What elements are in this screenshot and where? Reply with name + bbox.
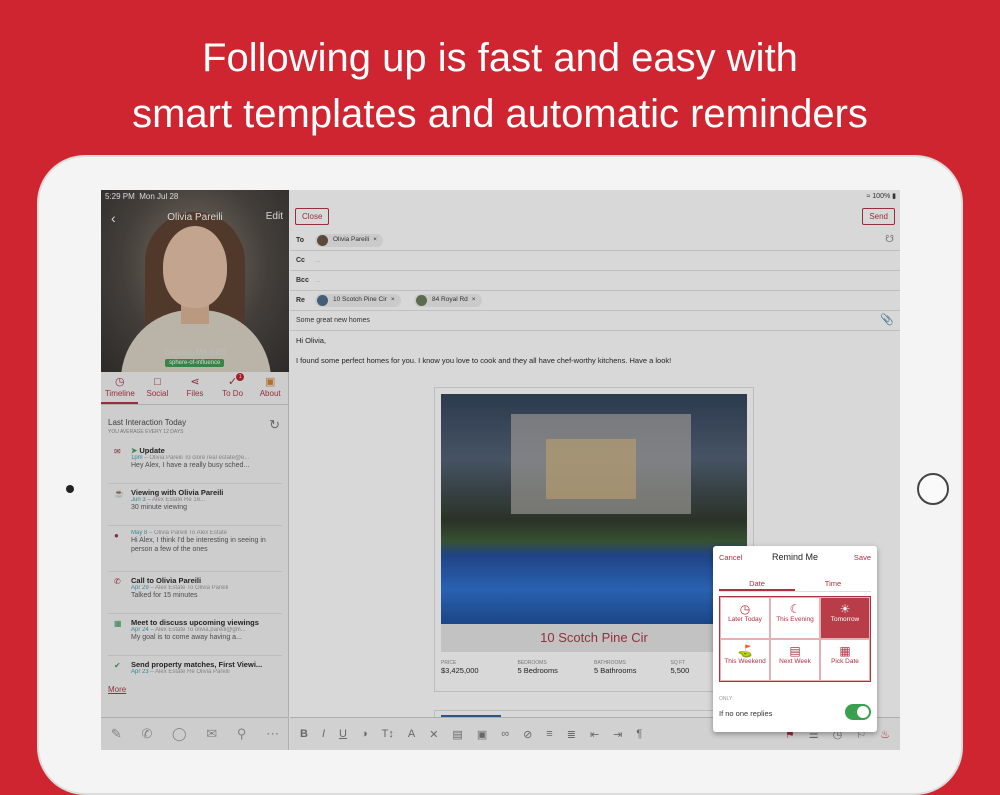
- app-screen: 5:29 PM Mon Jul 28 ‹ Olivia Pareili Edit…: [101, 190, 900, 750]
- sun-icon: ☀: [839, 602, 851, 616]
- option-tomorrow[interactable]: ☀ Tomorrow: [820, 597, 870, 639]
- option-next-week[interactable]: ▤ Next Week: [770, 639, 820, 681]
- headline-line-1: Following up is fast and easy with: [202, 36, 798, 80]
- clock-icon: ◷: [739, 602, 751, 616]
- only-label: ONLY: [719, 696, 733, 702]
- option-pick-date[interactable]: ▦ Pick Date: [820, 639, 870, 681]
- segment-time[interactable]: Time: [795, 578, 871, 591]
- option-this-evening[interactable]: ☾ This Evening: [770, 597, 820, 639]
- segment-date[interactable]: Date: [719, 578, 795, 591]
- headline: Following up is fast and easy with smart…: [0, 30, 1000, 142]
- no-reply-toggle[interactable]: [845, 704, 871, 720]
- remind-me-popover: Remind Me Cancel Save Date Time ◷ Later T…: [713, 546, 877, 732]
- option-this-weekend[interactable]: ⛳ This Weekend: [720, 639, 770, 681]
- option-later-today[interactable]: ◷ Later Today: [720, 597, 770, 639]
- moon-icon: ☾: [789, 602, 801, 616]
- date-time-segment: Date Time: [719, 578, 871, 592]
- golf-flag-icon: ⛳: [737, 644, 753, 658]
- home-button[interactable]: [917, 473, 949, 505]
- camera-dot: [66, 485, 74, 493]
- no-reply-condition: If no one replies: [719, 709, 773, 718]
- headline-line-2: smart templates and automatic reminders: [132, 92, 868, 136]
- briefcase-icon: ▤: [789, 644, 801, 658]
- cancel-button[interactable]: Cancel: [719, 553, 742, 562]
- reminder-options: ◷ Later Today ☾ This Evening ☀ Tomorrow ⛳ Th…: [719, 596, 871, 682]
- save-button[interactable]: Save: [854, 553, 871, 562]
- calendar-grid-icon: ▦: [839, 644, 851, 658]
